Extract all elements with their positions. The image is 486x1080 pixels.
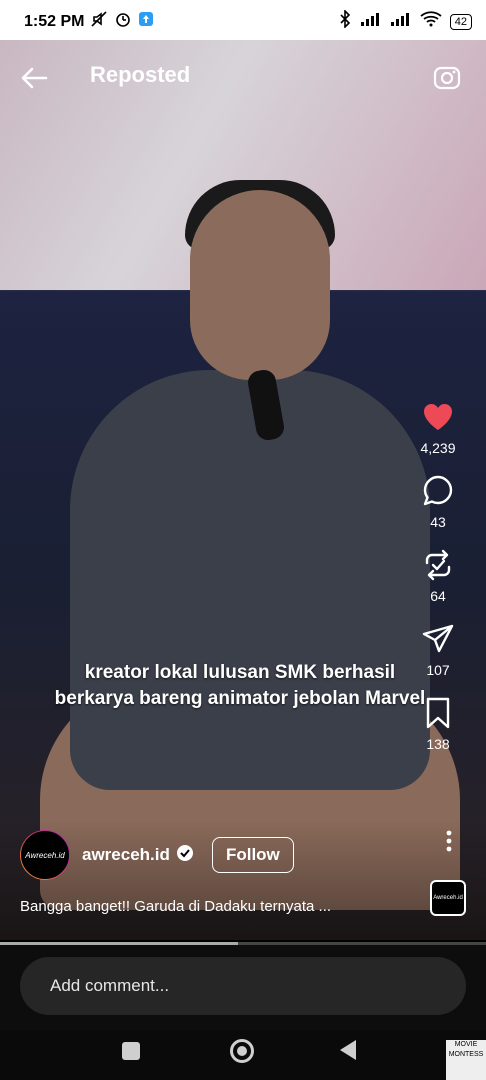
avatar-text: Awreceh.id — [21, 831, 69, 879]
more-options-icon[interactable] — [446, 830, 452, 852]
comment-placeholder: Add comment... — [50, 976, 170, 995]
alarm-icon — [114, 10, 132, 33]
share-count: 107 — [426, 662, 450, 678]
post-description[interactable]: Bangga banget!! Garuda di Dadaku ternyat… — [20, 898, 331, 915]
home-button[interactable] — [230, 1039, 254, 1063]
page-title: Reposted — [90, 62, 191, 87]
username[interactable]: awreceh.id — [82, 844, 194, 867]
speaker-body — [70, 370, 430, 790]
avatar[interactable]: Awreceh.id — [20, 830, 70, 880]
system-nav-bar — [0, 1030, 486, 1080]
repost-count: 64 — [430, 588, 446, 604]
username-text: awreceh.id — [82, 845, 170, 864]
verified-icon — [176, 844, 194, 867]
watermark-text: MOVIE MONTESS — [448, 1041, 484, 1058]
status-bar: 1:52 PM 42 — [0, 0, 486, 40]
status-time: 1:52 PM — [24, 12, 85, 30]
author-row: Awreceh.id awreceh.id Follow — [20, 830, 294, 880]
status-left: 1:52 PM — [24, 10, 154, 33]
action-column: 4,239 43 64 107 138 — [408, 400, 468, 770]
mute-icon — [90, 10, 108, 33]
caption-line-1: kreator lokal lulusan SMK berhasil — [84, 662, 396, 683]
caption-line-2: berkarya bareng animator jebolan Marvel — [54, 688, 426, 709]
comment-count: 43 — [430, 514, 446, 530]
comment-area: Add comment... — [0, 945, 486, 1030]
send-icon — [422, 624, 454, 653]
speaker-head — [190, 190, 330, 380]
comment-input[interactable]: Add comment... — [20, 957, 466, 1015]
battery-indicator: 42 — [449, 13, 472, 30]
watermark-logo: MOVIE MONTESS — [446, 1040, 486, 1080]
save-button[interactable]: 138 — [421, 696, 455, 752]
comment-button[interactable]: 43 — [421, 474, 455, 530]
repost-button[interactable]: 64 — [421, 548, 455, 604]
repost-icon — [425, 549, 451, 581]
back-button[interactable] — [340, 1040, 356, 1060]
camera-icon[interactable] — [432, 62, 462, 92]
like-count: 4,239 — [420, 440, 456, 456]
status-right: 42 — [338, 9, 472, 33]
like-button[interactable]: 4,239 — [420, 400, 456, 456]
save-count: 138 — [426, 736, 450, 752]
follow-button[interactable]: Follow — [211, 837, 294, 873]
share-button[interactable]: 107 — [421, 622, 455, 678]
audio-thumbnail[interactable]: Awreceh.id — [430, 880, 466, 916]
arrow-left-icon[interactable] — [18, 62, 50, 94]
home-dot — [237, 1046, 247, 1056]
bookmark-icon — [426, 697, 450, 729]
top-bar: Reposted — [0, 48, 486, 108]
signal-icon — [360, 11, 382, 32]
heart-icon — [423, 404, 452, 430]
wifi-icon — [420, 11, 442, 32]
app-notification-icon — [138, 11, 154, 32]
bluetooth-icon — [338, 9, 352, 33]
video-caption: kreator lokal lulusan SMK berhasil berka… — [20, 660, 460, 712]
comment-icon — [423, 475, 453, 506]
signal-icon-2 — [390, 11, 412, 32]
recents-button[interactable] — [122, 1042, 140, 1060]
